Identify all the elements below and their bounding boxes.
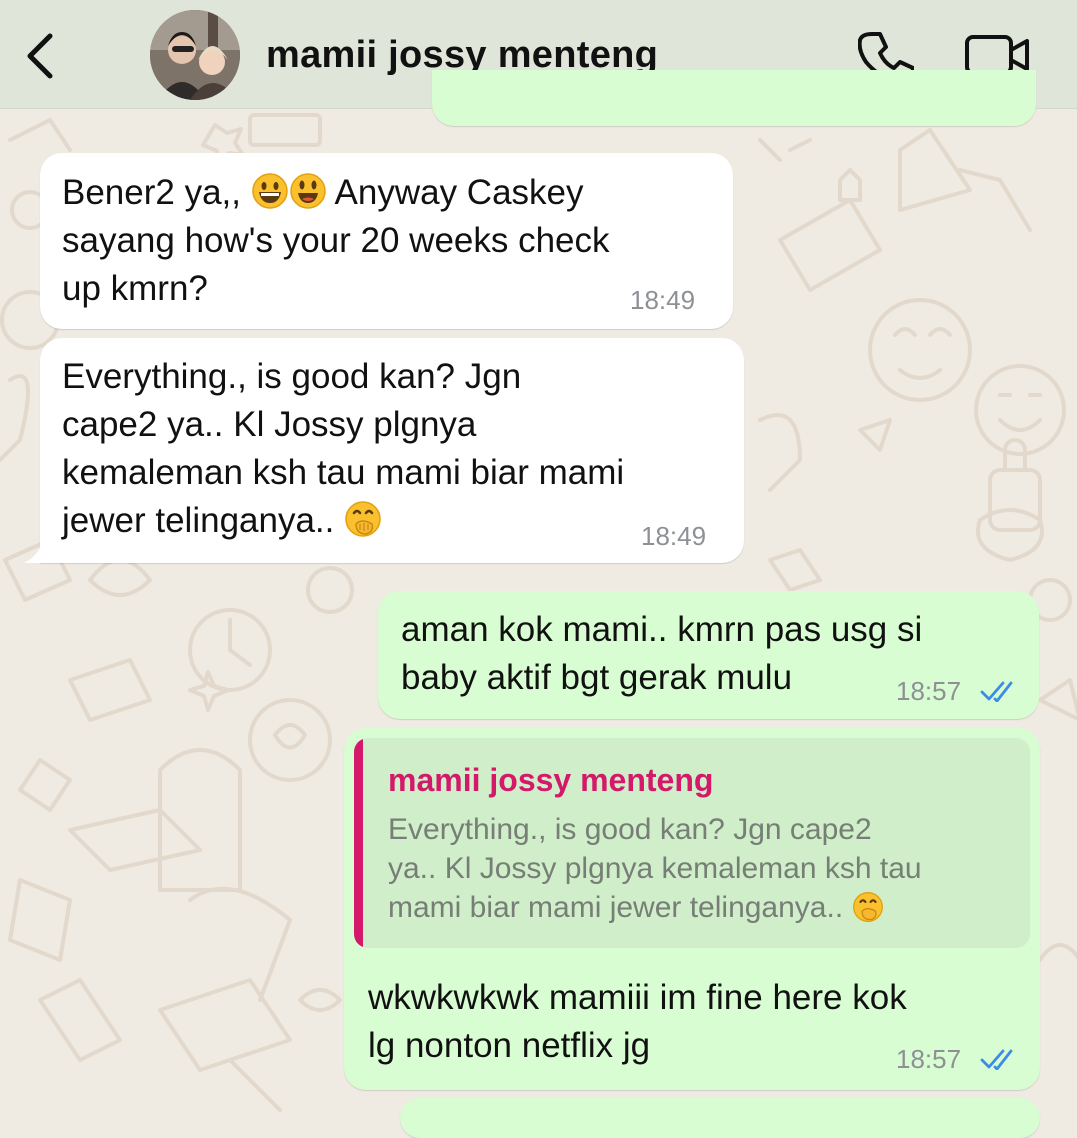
message-text-line: Bener2 ya,,: [62, 173, 251, 212]
incoming-message[interactable]: Everything., is good kan? Jgn cape2 ya..…: [40, 338, 744, 563]
outgoing-message-partial[interactable]: [432, 70, 1036, 126]
message-text-line: Anyway Caskey: [326, 173, 584, 212]
quote-accent-bar: [354, 738, 363, 948]
message-text-line: Everything., is good kan? Jgn: [62, 357, 522, 396]
message-time: 18:57: [896, 676, 962, 706]
chevron-left-icon[interactable]: [22, 30, 58, 82]
message-time: 18:49: [641, 521, 707, 551]
message-text-line: aman kok mami.. kmrn pas usg si: [401, 610, 923, 649]
avatar[interactable]: [150, 10, 240, 100]
quoted-text-line: mami biar mami jewer telinganya..: [388, 891, 852, 924]
face-with-hand-over-mouth-emoji: [344, 500, 382, 538]
message-time: 18:57: [896, 1044, 962, 1074]
face-with-hand-over-mouth-emoji: [852, 891, 884, 923]
bubble-tail: [24, 540, 44, 563]
incoming-message[interactable]: Bener2 ya,, Anyway Caskey sayang how's y…: [40, 153, 733, 329]
outgoing-message-partial[interactable]: [400, 1098, 1040, 1138]
message-time: 18:49: [630, 285, 696, 315]
message-text-line: baby aktif bgt gerak mulu: [401, 658, 793, 697]
message-text-line: cape2 ya.. Kl Jossy plgnya: [62, 405, 477, 444]
message-text-line: wkwkwkwk mamiii im fine here kok: [368, 978, 907, 1017]
grinning-face-emoji: [251, 172, 289, 210]
double-check-icon: [980, 1049, 1013, 1070]
reply-quote[interactable]: mamii jossy menteng Everything., is good…: [354, 738, 1030, 948]
quoted-text-line: ya.. Kl Jossy plgnya kemaleman ksh tau: [388, 852, 922, 885]
message-text-line: up kmrn?: [62, 269, 208, 308]
message-text-line: sayang how's your 20 weeks check: [62, 221, 610, 260]
smiling-face-open-mouth-emoji: [289, 172, 327, 210]
message-text-line: lg nonton netflix jg: [368, 1026, 651, 1065]
double-check-icon: [980, 681, 1013, 702]
message-text-line: kemaleman ksh tau mami biar mami: [62, 453, 625, 492]
message-text-line: jewer telinganya..: [62, 501, 345, 540]
outgoing-message[interactable]: aman kok mami.. kmrn pas usg si baby akt…: [378, 591, 1039, 719]
quoted-text: Everything., is good kan? Jgn cape2 ya..…: [388, 810, 1008, 927]
quoted-text-line: Everything., is good kan? Jgn cape2: [388, 813, 872, 846]
quoted-sender: mamii jossy menteng: [388, 762, 714, 798]
